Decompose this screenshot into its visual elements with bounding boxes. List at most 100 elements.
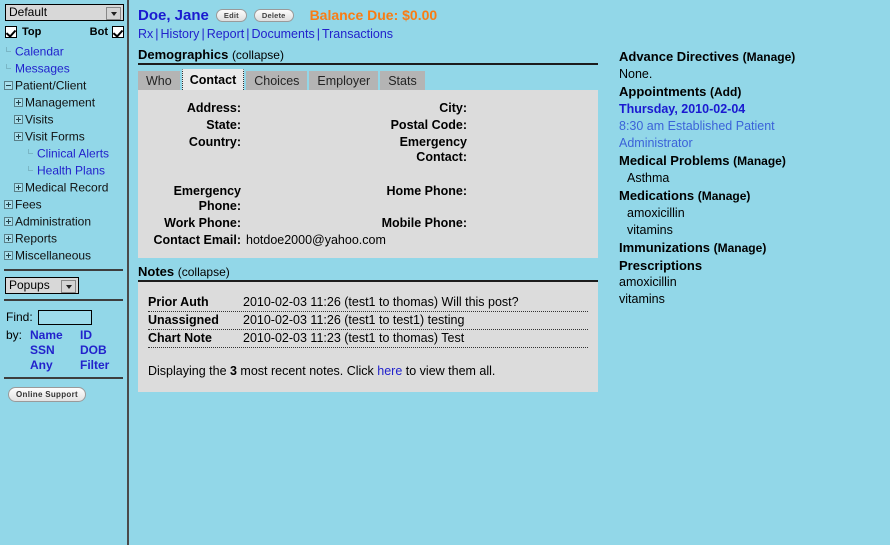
view-all-notes-link[interactable]: here	[377, 364, 402, 378]
note-body: 2010-02-03 11:26 (test1 to test1) testin…	[243, 313, 465, 327]
list-item: vitamins	[627, 223, 673, 237]
note-body: 2010-02-03 11:26 (test1 to thomas) Will …	[243, 295, 519, 309]
notes-count: 3	[230, 364, 237, 378]
sidebar-item-label: Administration	[15, 214, 92, 229]
find-by-row: by: Name ID SSN DOB Any Filter	[6, 328, 127, 372]
expand-icon[interactable]	[14, 132, 23, 142]
appointment-provider[interactable]: Administrator	[619, 135, 881, 152]
delete-button[interactable]: Delete	[253, 8, 294, 22]
find-by-id[interactable]: ID	[80, 328, 109, 342]
sidebar-item-label: Health Plans	[37, 163, 106, 178]
demographics-collapse-link[interactable]: (collapse)	[232, 48, 284, 62]
appointments-add-link[interactable]: (Add)	[710, 85, 741, 99]
link-transactions[interactable]: Transactions	[322, 27, 393, 41]
emergency-phone-value	[243, 183, 361, 215]
find-input[interactable]	[37, 309, 92, 325]
edit-button[interactable]: Edit	[215, 8, 247, 22]
expand-icon[interactable]	[4, 217, 13, 227]
emergency-contact-value	[469, 134, 589, 166]
appointment-time-type[interactable]: 8:30 am Established Patient	[619, 118, 881, 135]
sidebar-item-label: Messages	[15, 61, 70, 76]
link-separator: |	[155, 27, 159, 41]
sidebar-divider-2	[4, 299, 123, 301]
bot-checkbox[interactable]	[112, 26, 124, 38]
prescriptions-heading: Prescriptions	[619, 257, 881, 274]
sidebar-item-miscellaneous[interactable]: Miscellaneous	[0, 247, 127, 264]
contact-field-grid: Address: City: State: Postal Code: Count…	[138, 100, 598, 249]
note-type: Prior Auth	[148, 295, 209, 309]
patient-links: Rx | History | Report | Documents | Transactions	[138, 27, 890, 41]
expand-icon[interactable]	[4, 200, 13, 210]
collapse-icon[interactable]	[4, 81, 13, 91]
table-row[interactable]: Unassigned 2010-02-03 11:26 (test1 to te…	[148, 312, 588, 330]
grid-gap	[138, 166, 243, 183]
chevron-down-icon[interactable]	[61, 280, 76, 293]
expand-icon[interactable]	[14, 115, 23, 125]
sidebar-item-label: Calendar	[15, 44, 64, 59]
theme-select[interactable]: Default	[5, 4, 124, 21]
expand-icon[interactable]	[4, 234, 13, 244]
table-row[interactable]: Chart Note 2010-02-03 11:23 (test1 to th…	[148, 330, 588, 348]
emergency-phone-label: Emergency Phone:	[173, 184, 241, 213]
sidebar-item-reports[interactable]: Reports	[0, 230, 127, 247]
address-label: Address:	[186, 101, 241, 115]
bot-checkbox-label: Bot	[89, 26, 108, 38]
sidebar-item-fees[interactable]: Fees	[0, 196, 127, 213]
link-rx[interactable]: Rx	[138, 27, 153, 41]
advance-directives-value: None.	[619, 67, 653, 81]
link-report[interactable]: Report	[207, 27, 245, 41]
grid-gap	[469, 166, 589, 183]
tree-leaf-icon	[4, 64, 13, 73]
immunizations-manage-link[interactable]: (Manage)	[714, 241, 767, 255]
work-phone-label: Work Phone:	[164, 216, 241, 230]
find-by-ssn[interactable]: SSN	[30, 343, 74, 357]
demographics-tabs: Who Contact Choices Employer Stats	[138, 69, 598, 90]
table-row[interactable]: Prior Auth 2010-02-03 11:26 (test1 to th…	[148, 294, 588, 312]
notes-collapse-link[interactable]: (collapse)	[178, 265, 230, 279]
patient-name-row: Doe, Jane Edit Delete Balance Due: $0.00	[138, 5, 890, 25]
appointment-date[interactable]: Thursday, 2010-02-04	[619, 101, 881, 118]
sidebar-item-visit-forms[interactable]: Visit Forms	[0, 128, 127, 145]
expand-icon[interactable]	[14, 98, 23, 108]
online-support-button[interactable]: Online Support	[8, 387, 86, 402]
tab-contact[interactable]: Contact	[181, 69, 245, 90]
link-documents[interactable]: Documents	[251, 27, 314, 41]
notes-footer-mid: most recent notes. Click	[236, 364, 378, 378]
link-history[interactable]: History	[161, 27, 200, 41]
expand-icon[interactable]	[14, 183, 23, 193]
sidebar-item-patient-client[interactable]: Patient/Client	[0, 77, 127, 94]
work-phone-value	[243, 215, 361, 232]
medical-problems-title: Medical Problems	[619, 153, 730, 168]
sidebar-item-messages[interactable]: Messages	[0, 60, 127, 77]
chevron-down-icon[interactable]	[106, 7, 121, 20]
tab-employer[interactable]: Employer	[309, 71, 379, 90]
medical-problems-manage-link[interactable]: (Manage)	[733, 154, 786, 168]
advance-directives-manage-link[interactable]: (Manage)	[743, 50, 796, 64]
find-by-name[interactable]: Name	[30, 328, 74, 342]
find-by-filter[interactable]: Filter	[80, 358, 109, 372]
sidebar-item-visits[interactable]: Visits	[0, 111, 127, 128]
notes-title-text: Notes	[138, 264, 175, 279]
popups-select[interactable]: Popups	[5, 277, 79, 294]
sidebar-item-clinical-alerts[interactable]: Clinical Alerts	[0, 145, 127, 162]
top-checkbox-label: Top	[22, 26, 42, 38]
sidebar-item-label: Fees	[15, 197, 42, 212]
expand-icon[interactable]	[4, 251, 13, 261]
sidebar-item-management[interactable]: Management	[0, 94, 127, 111]
sidebar-item-health-plans[interactable]: Health Plans	[0, 162, 127, 179]
find-by-any[interactable]: Any	[30, 358, 74, 372]
sidebar-item-administration[interactable]: Administration	[0, 213, 127, 230]
top-checkbox[interactable]	[5, 26, 17, 38]
tree-leaf-icon	[26, 149, 35, 158]
tab-choices[interactable]: Choices	[246, 71, 308, 90]
tab-stats[interactable]: Stats	[380, 71, 425, 90]
find-by-dob[interactable]: DOB	[80, 343, 109, 357]
note-type: Chart Note	[148, 331, 212, 345]
tab-who[interactable]: Who	[138, 71, 180, 90]
medications-manage-link[interactable]: (Manage)	[698, 189, 751, 203]
home-phone-label: Home Phone:	[386, 184, 467, 198]
popups-select-wrapper: Popups	[5, 277, 122, 294]
sidebar-item-calendar[interactable]: Calendar	[0, 43, 127, 60]
sidebar-item-medical-record[interactable]: Medical Record	[0, 179, 127, 196]
mobile-phone-value	[469, 215, 589, 232]
